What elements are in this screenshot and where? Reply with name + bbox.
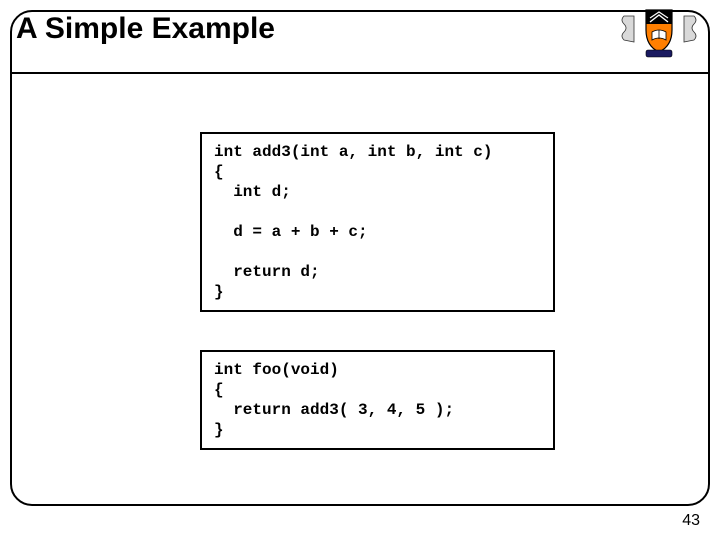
code-text: int add3(int a, int b, int c) { int d; d… bbox=[214, 142, 541, 302]
code-block-add3: int add3(int a, int b, int c) { int d; d… bbox=[200, 132, 555, 312]
slide-title: A Simple Example bbox=[16, 12, 275, 46]
page-number: 43 bbox=[682, 512, 700, 530]
slide: A Simple Example int add3(int a, int b, … bbox=[0, 0, 720, 540]
code-block-foo: int foo(void) { return add3( 3, 4, 5 ); … bbox=[200, 350, 555, 450]
title-divider bbox=[12, 72, 708, 74]
princeton-logo-icon bbox=[620, 6, 698, 58]
code-text: int foo(void) { return add3( 3, 4, 5 ); … bbox=[214, 360, 541, 440]
